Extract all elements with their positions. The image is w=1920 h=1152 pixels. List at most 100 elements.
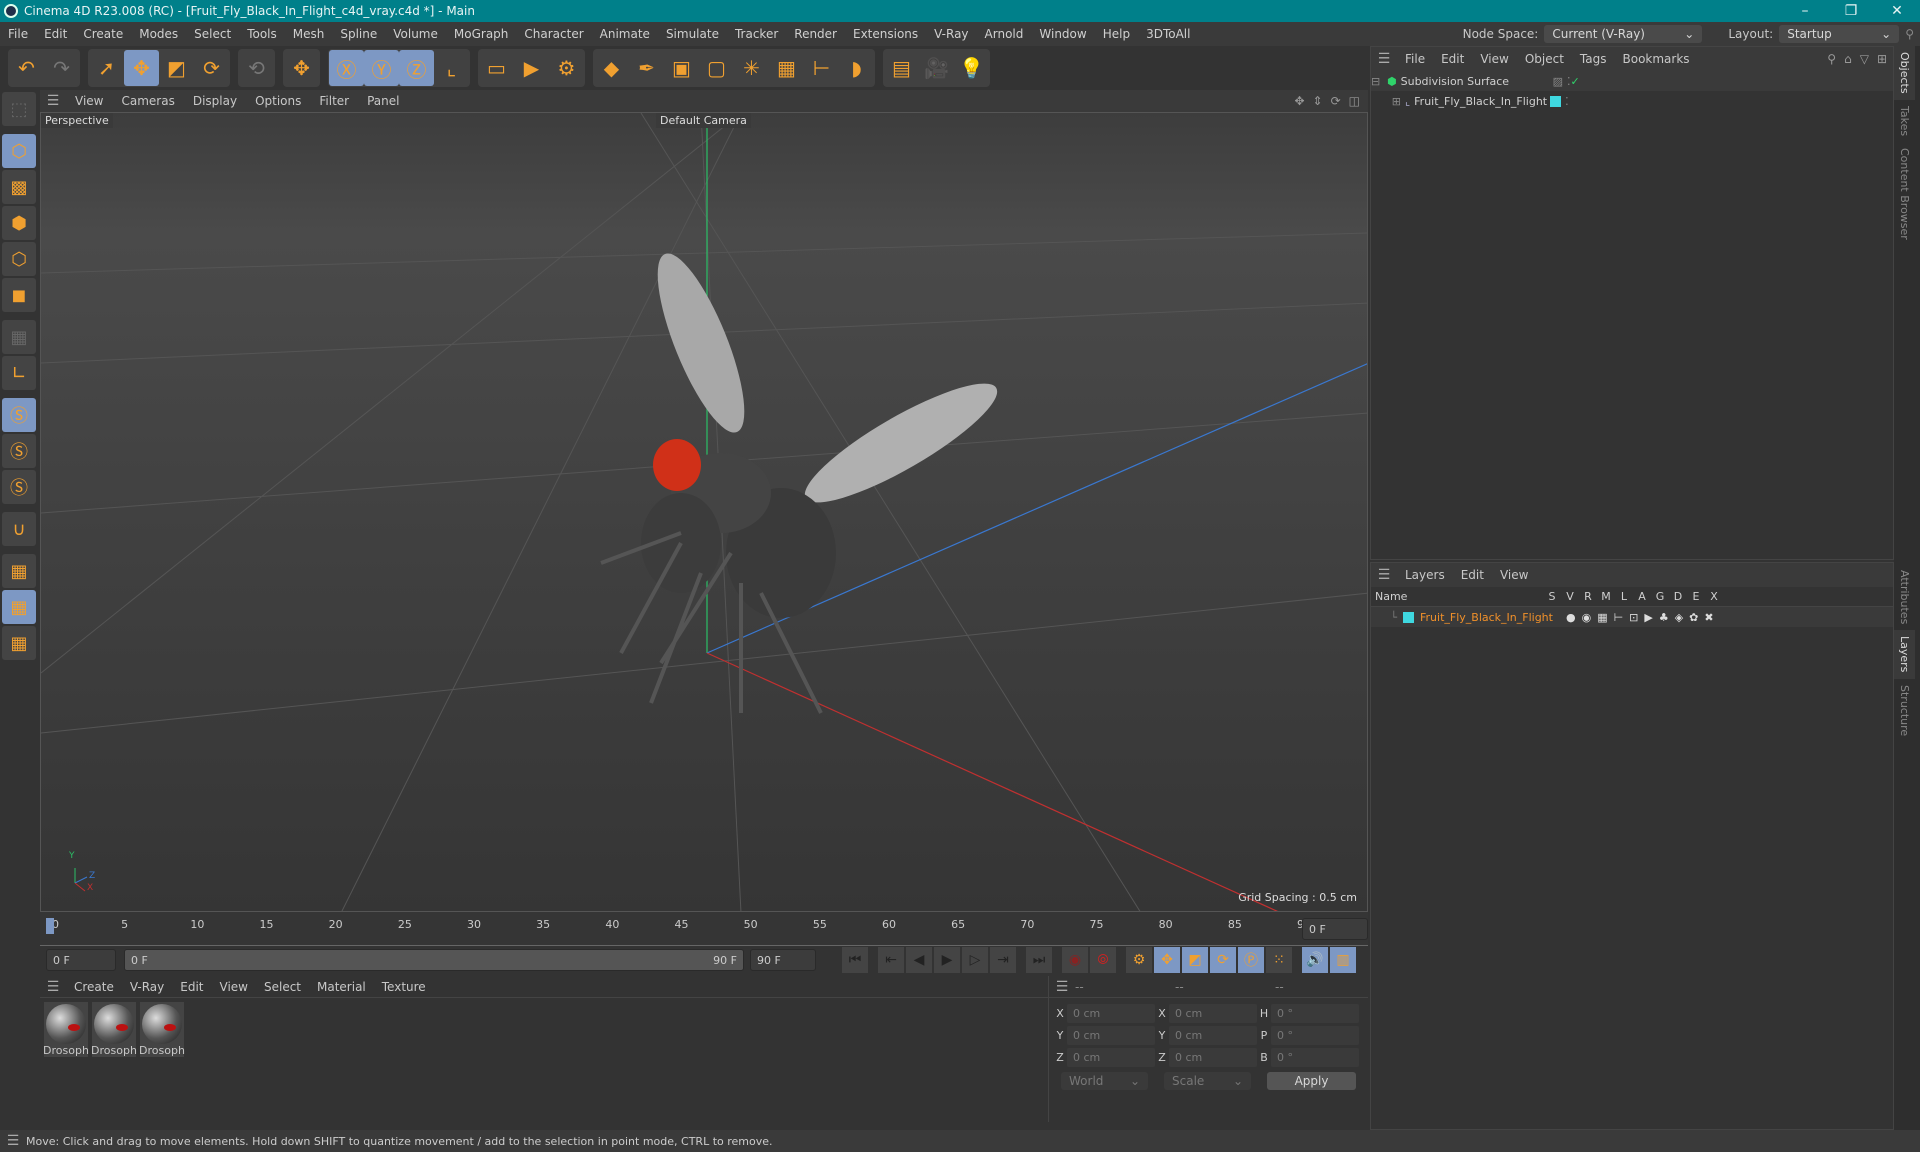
side-tab-layers[interactable]: Layers: [1894, 630, 1915, 679]
cube-icon[interactable]: ◆: [594, 50, 629, 86]
minimize-button[interactable]: –: [1782, 3, 1828, 19]
select-cursor-icon[interactable]: ➚: [89, 50, 124, 86]
material-item[interactable]: Drosoph: [139, 1002, 185, 1057]
edge-mode-icon[interactable]: ⬡: [2, 242, 36, 276]
play-icon[interactable]: ▶: [934, 947, 960, 973]
side-tab-takes[interactable]: Takes: [1894, 100, 1915, 142]
subdivision-icon[interactable]: ▣: [664, 50, 699, 86]
new-view-icon[interactable]: ⊞: [1877, 52, 1887, 66]
locked-workplane-icon[interactable]: ▦: [2, 590, 36, 624]
layer-column-x[interactable]: X: [1705, 590, 1723, 603]
rotate-view-icon[interactable]: ⟳: [1331, 94, 1341, 108]
key-position-icon[interactable]: ✥: [1154, 947, 1180, 973]
pen-spline-icon[interactable]: ✒: [629, 50, 664, 86]
point-mode-icon[interactable]: ⬢: [2, 206, 36, 240]
material-menu-material[interactable]: Material: [309, 980, 374, 994]
menu-tracker[interactable]: Tracker: [727, 27, 786, 41]
make-editable-icon[interactable]: ⬚: [2, 92, 36, 126]
go-to-start-icon[interactable]: ⏮: [842, 947, 868, 973]
sound-icon[interactable]: 🔊: [1302, 947, 1328, 973]
key-rotation-icon[interactable]: ⟳: [1210, 947, 1236, 973]
3d-viewport[interactable]: Perspective Default Camera Y Z X Grid Sp…: [40, 112, 1368, 912]
menu-arnold[interactable]: Arnold: [977, 27, 1032, 41]
menu-spline[interactable]: Spline: [332, 27, 385, 41]
menu-render[interactable]: Render: [786, 27, 845, 41]
floor-icon[interactable]: ▤: [884, 50, 919, 86]
layer-column-e[interactable]: E: [1687, 590, 1705, 603]
hamburger-icon[interactable]: ☰: [1371, 567, 1397, 583]
side-tab-content-browser[interactable]: Content Browser: [1894, 142, 1915, 246]
rotate-icon[interactable]: ⟳: [194, 50, 229, 86]
material-menu-v-ray[interactable]: V-Ray: [122, 980, 172, 994]
size-field[interactable]: 0 cm: [1169, 1047, 1257, 1067]
axis-mode-icon[interactable]: ∟: [2, 356, 36, 390]
key-scale-icon[interactable]: ◩: [1182, 947, 1208, 973]
close-button[interactable]: ✕: [1874, 3, 1920, 19]
restore-button[interactable]: ❐: [1828, 3, 1874, 19]
object-row[interactable]: ⊞ ⌞ Fruit_Fly_Black_In_Flight ⁚: [1371, 91, 1893, 111]
model-mode-icon[interactable]: ⬡: [2, 134, 36, 168]
timeline-ruler[interactable]: 051015202530354045505560657075808590: [40, 912, 1368, 946]
viewport-menu-view[interactable]: View: [66, 94, 112, 108]
menu-volume[interactable]: Volume: [385, 27, 446, 41]
prev-frame-icon[interactable]: ◀: [906, 947, 932, 973]
object-menu-file[interactable]: File: [1397, 52, 1433, 66]
layer-menu-view[interactable]: View: [1492, 568, 1536, 582]
playhead[interactable]: [46, 918, 54, 934]
search-icon[interactable]: ⚲: [1827, 52, 1836, 66]
keyframe-settings-icon[interactable]: ⚙: [1126, 947, 1152, 973]
snap-icon[interactable]: Ⓢ: [2, 398, 36, 432]
rot-field[interactable]: 0 °: [1271, 1025, 1359, 1045]
object-menu-edit[interactable]: Edit: [1433, 52, 1472, 66]
menu-create[interactable]: Create: [75, 27, 131, 41]
object-menu-view[interactable]: View: [1472, 52, 1516, 66]
snap-settings-icon[interactable]: Ⓢ: [2, 434, 36, 468]
enabled-check-icon[interactable]: ✓: [1571, 75, 1580, 88]
menu-extensions[interactable]: Extensions: [845, 27, 926, 41]
array-icon[interactable]: ▦: [769, 50, 804, 86]
menu-file[interactable]: File: [0, 27, 36, 41]
hamburger-icon[interactable]: ☰: [1371, 51, 1397, 67]
render-view-icon[interactable]: ▶: [514, 50, 549, 86]
node-space-dropdown[interactable]: Current (V-Ray) ⌄: [1544, 25, 1703, 43]
edit-tag-icon[interactable]: ▨: [1553, 75, 1563, 88]
coordinate-system-icon[interactable]: ⌞: [434, 50, 469, 86]
workplane-icon[interactable]: ▦: [2, 554, 36, 588]
object-row[interactable]: ⊟ ⬢ Subdivision Surface ▨ ⁚ ✓: [1371, 71, 1893, 91]
viewport-menu-options[interactable]: Options: [246, 94, 310, 108]
pos-field[interactable]: 0 cm: [1067, 1003, 1155, 1023]
viewport-menu-display[interactable]: Display: [184, 94, 246, 108]
uv-mode-icon[interactable]: ▦: [2, 320, 36, 354]
layer-menu-layers[interactable]: Layers: [1397, 568, 1453, 582]
viewport-menu-cameras[interactable]: Cameras: [112, 94, 183, 108]
maximize-view-icon[interactable]: ◫: [1349, 94, 1360, 108]
side-tab-structure[interactable]: Structure: [1894, 679, 1915, 742]
material-menu-create[interactable]: Create: [66, 980, 122, 994]
key-pla-icon[interactable]: ⁙: [1266, 947, 1292, 973]
magnet-icon[interactable]: ∪: [2, 512, 36, 546]
home-icon[interactable]: ⌂: [1844, 52, 1852, 66]
menu-window[interactable]: Window: [1031, 27, 1094, 41]
hamburger-icon[interactable]: ☰: [1049, 979, 1075, 995]
psr-icon[interactable]: ⟲: [239, 50, 274, 86]
texture-mode-icon[interactable]: ▩: [2, 170, 36, 204]
layer-column-d[interactable]: D: [1669, 590, 1687, 603]
key-parameter-icon[interactable]: Ⓟ: [1238, 947, 1264, 973]
workplane-align-icon[interactable]: ▦: [2, 626, 36, 660]
mograph-cloner-icon[interactable]: ✳: [734, 50, 769, 86]
filmstrip-icon[interactable]: ▥: [1330, 947, 1356, 973]
undo-icon[interactable]: ↶: [9, 50, 44, 86]
scale-icon[interactable]: ◩: [159, 50, 194, 86]
apply-button[interactable]: Apply: [1267, 1072, 1357, 1090]
material-menu-edit[interactable]: Edit: [172, 980, 211, 994]
prev-keyframe-icon[interactable]: ⇤: [878, 947, 904, 973]
layer-column-l[interactable]: L: [1615, 590, 1633, 603]
light-icon[interactable]: 💡: [954, 50, 989, 86]
layer-column-name[interactable]: Name: [1371, 590, 1543, 603]
record-disabled-icon[interactable]: ◉: [1062, 947, 1088, 973]
extrude-icon[interactable]: ▢: [699, 50, 734, 86]
rot-field[interactable]: 0 °: [1271, 1003, 1359, 1023]
pos-field[interactable]: 0 cm: [1067, 1025, 1155, 1045]
menu-mograph[interactable]: MoGraph: [446, 27, 517, 41]
menu-v-ray[interactable]: V-Ray: [926, 27, 976, 41]
